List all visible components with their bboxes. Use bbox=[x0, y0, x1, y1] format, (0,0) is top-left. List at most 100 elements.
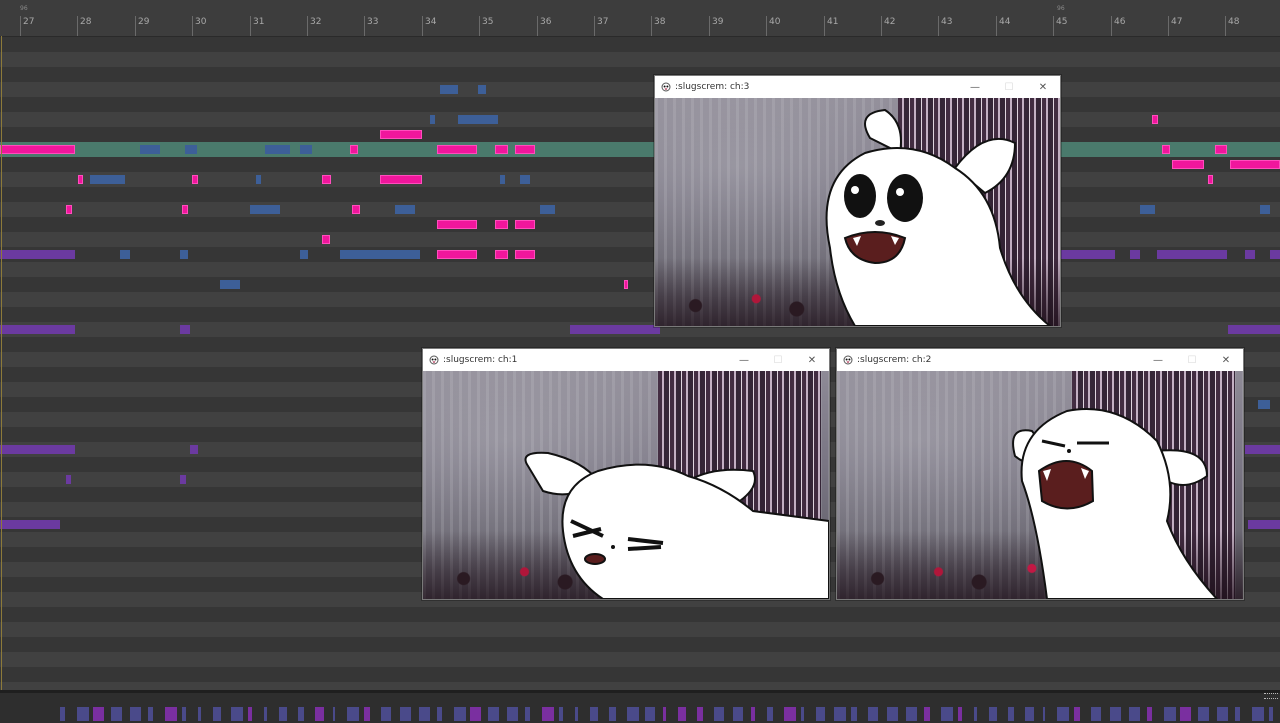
track-lane[interactable] bbox=[0, 217, 1280, 232]
close-icon[interactable]: ✕ bbox=[1026, 76, 1060, 98]
close-icon[interactable]: ✕ bbox=[795, 349, 829, 371]
midi-note[interactable] bbox=[515, 145, 535, 154]
midi-note[interactable] bbox=[437, 145, 477, 154]
midi-note[interactable] bbox=[1162, 145, 1170, 154]
midi-note[interactable] bbox=[430, 115, 435, 124]
midi-note[interactable] bbox=[180, 250, 188, 259]
midi-note[interactable] bbox=[380, 175, 422, 184]
midi-note[interactable] bbox=[540, 205, 555, 214]
midi-note[interactable] bbox=[1130, 250, 1140, 259]
close-icon[interactable]: ✕ bbox=[1209, 349, 1243, 371]
midi-note[interactable] bbox=[624, 280, 628, 289]
midi-note[interactable] bbox=[1152, 115, 1158, 124]
midi-note[interactable] bbox=[1258, 400, 1270, 409]
midi-note[interactable] bbox=[1248, 520, 1280, 529]
midi-note[interactable] bbox=[1230, 160, 1280, 169]
midi-note[interactable] bbox=[180, 475, 186, 484]
midi-note[interactable] bbox=[350, 145, 358, 154]
midi-note[interactable] bbox=[90, 175, 125, 184]
window-ch3[interactable]: :slugscrem: ch:3 — ☐ ✕ bbox=[654, 75, 1061, 327]
midi-note[interactable] bbox=[1245, 445, 1280, 454]
window-titlebar[interactable]: :slugscrem: ch:1 — ☐ ✕ bbox=[423, 349, 829, 371]
midi-note[interactable] bbox=[0, 145, 75, 154]
minimize-icon[interactable]: — bbox=[958, 76, 992, 98]
playhead[interactable] bbox=[1, 36, 2, 690]
midi-note[interactable] bbox=[192, 175, 198, 184]
window-ch1[interactable]: :slugscrem: ch:1 — ☐ ✕ bbox=[422, 348, 830, 600]
track-lane[interactable] bbox=[0, 292, 1280, 307]
track-lane[interactable] bbox=[0, 52, 1280, 67]
midi-note[interactable] bbox=[1140, 205, 1155, 214]
track-lane[interactable] bbox=[0, 307, 1280, 322]
midi-note[interactable] bbox=[395, 205, 415, 214]
midi-note[interactable] bbox=[322, 235, 330, 244]
midi-note[interactable] bbox=[180, 325, 190, 334]
track-lane[interactable] bbox=[0, 667, 1280, 682]
track-lane[interactable] bbox=[0, 682, 1280, 690]
window-titlebar[interactable]: :slugscrem: ch:2 — ☐ ✕ bbox=[837, 349, 1243, 371]
midi-note[interactable] bbox=[66, 475, 71, 484]
scrollbar-grip[interactable] bbox=[1264, 693, 1278, 699]
midi-note[interactable] bbox=[515, 250, 535, 259]
midi-note[interactable] bbox=[515, 220, 535, 229]
track-lane[interactable] bbox=[0, 157, 1280, 172]
midi-note[interactable] bbox=[0, 445, 75, 454]
midi-note[interactable] bbox=[0, 520, 60, 529]
midi-note[interactable] bbox=[352, 205, 360, 214]
midi-note[interactable] bbox=[340, 250, 420, 259]
track-lane[interactable] bbox=[0, 277, 1280, 292]
midi-note[interactable] bbox=[1172, 160, 1204, 169]
midi-note[interactable] bbox=[437, 250, 477, 259]
midi-note[interactable] bbox=[1245, 250, 1255, 259]
midi-note[interactable] bbox=[570, 325, 660, 334]
midi-note[interactable] bbox=[1260, 205, 1270, 214]
midi-note[interactable] bbox=[250, 205, 280, 214]
midi-note[interactable] bbox=[256, 175, 261, 184]
track-lane[interactable] bbox=[0, 202, 1280, 217]
midi-note[interactable] bbox=[182, 205, 188, 214]
midi-note[interactable] bbox=[190, 445, 198, 454]
midi-note[interactable] bbox=[300, 145, 312, 154]
track-lane[interactable] bbox=[0, 622, 1280, 637]
track-lane[interactable] bbox=[0, 232, 1280, 247]
midi-note[interactable] bbox=[66, 205, 72, 214]
maximize-icon[interactable]: ☐ bbox=[761, 349, 795, 371]
midi-note[interactable] bbox=[495, 250, 508, 259]
track-lane[interactable] bbox=[0, 607, 1280, 622]
midi-note[interactable] bbox=[120, 250, 130, 259]
midi-note[interactable] bbox=[500, 175, 505, 184]
midi-note[interactable] bbox=[1060, 250, 1115, 259]
maximize-icon[interactable]: ☐ bbox=[992, 76, 1026, 98]
midi-note[interactable] bbox=[440, 85, 458, 94]
midi-note[interactable] bbox=[458, 115, 498, 124]
track-lane[interactable] bbox=[0, 652, 1280, 667]
midi-note[interactable] bbox=[322, 175, 331, 184]
maximize-icon[interactable]: ☐ bbox=[1175, 349, 1209, 371]
window-titlebar[interactable]: :slugscrem: ch:3 — ☐ ✕ bbox=[655, 76, 1060, 98]
track-lane[interactable] bbox=[0, 97, 1280, 112]
midi-note[interactable] bbox=[380, 130, 422, 139]
track-lane[interactable] bbox=[0, 187, 1280, 202]
track-lane[interactable] bbox=[0, 262, 1280, 277]
track-lane[interactable] bbox=[0, 37, 1280, 52]
track-lane[interactable] bbox=[0, 82, 1280, 97]
window-ch2[interactable]: :slugscrem: ch:2 — ☐ ✕ bbox=[836, 348, 1244, 600]
midi-note[interactable] bbox=[520, 175, 530, 184]
midi-note[interactable] bbox=[1215, 145, 1227, 154]
midi-note[interactable] bbox=[185, 145, 197, 154]
midi-note[interactable] bbox=[495, 220, 508, 229]
midi-note[interactable] bbox=[1157, 250, 1227, 259]
midi-note[interactable] bbox=[0, 250, 75, 259]
timeline-ruler[interactable]: 96 96 27 28 29 30 31 32 33 34 35 36 37 38 39 40 41 42 43… bbox=[0, 0, 1280, 37]
track-lane[interactable] bbox=[0, 127, 1280, 142]
midi-note[interactable] bbox=[1228, 325, 1280, 334]
track-lane[interactable] bbox=[0, 67, 1280, 82]
midi-note[interactable] bbox=[478, 85, 486, 94]
midi-note[interactable] bbox=[140, 145, 160, 154]
bottom-overview-strip[interactable] bbox=[0, 690, 1280, 723]
midi-note[interactable] bbox=[0, 325, 75, 334]
midi-note[interactable] bbox=[495, 145, 508, 154]
minimize-icon[interactable]: — bbox=[1141, 349, 1175, 371]
midi-note[interactable] bbox=[220, 280, 240, 289]
midi-note[interactable] bbox=[265, 145, 290, 154]
